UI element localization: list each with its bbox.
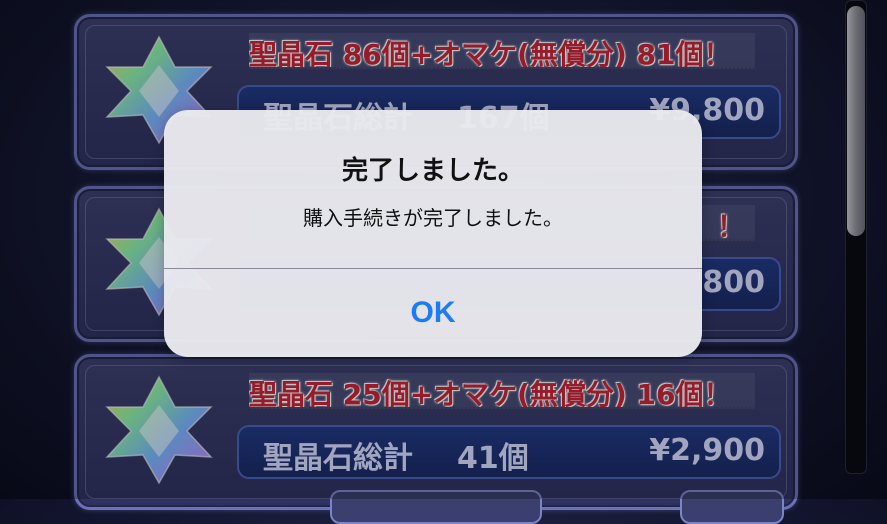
alert-dialog: 完了しました。 購入手続きが完了しました。 OK bbox=[164, 110, 702, 357]
alert-message: 購入手続きが完了しました。 bbox=[303, 206, 563, 230]
ok-button[interactable]: OK bbox=[164, 269, 702, 357]
alert-title: 完了しました。 bbox=[341, 156, 524, 186]
